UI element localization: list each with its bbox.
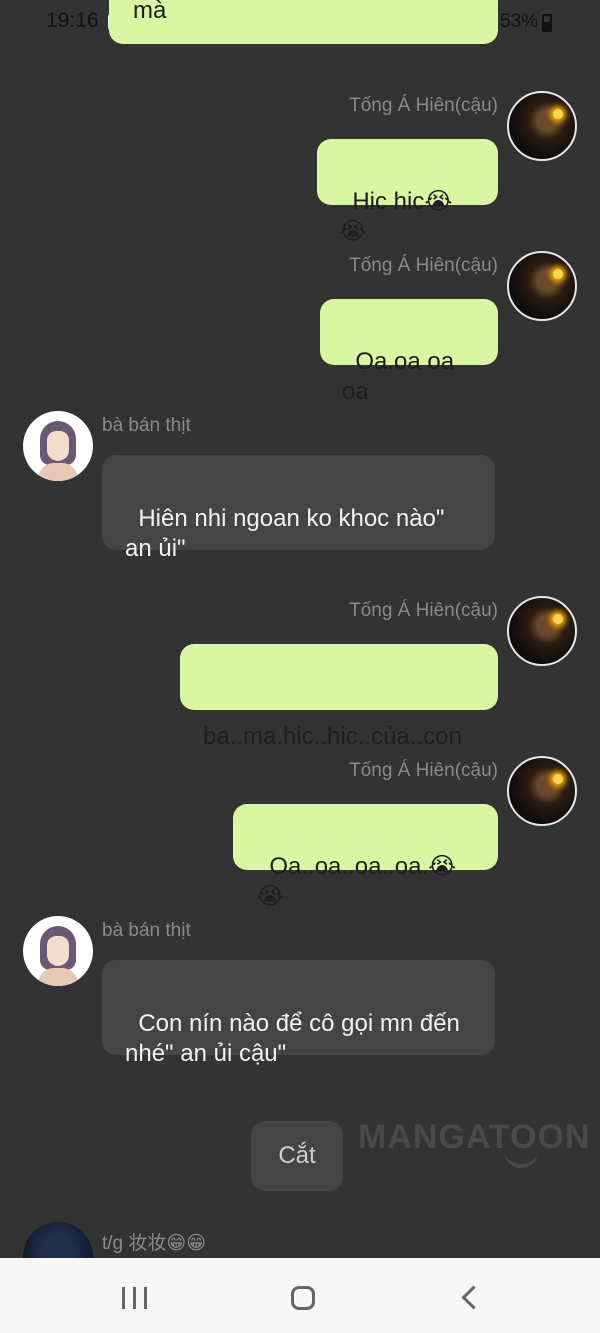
message-text: ba..ma.hic..hic..của..con — [203, 723, 462, 750]
avatar[interactable] — [507, 251, 577, 321]
battery-icon — [542, 14, 552, 32]
sender-name: Tống Á Hiên(cậu) — [349, 95, 498, 116]
avatar[interactable] — [507, 596, 577, 666]
sender-name: t/g 妆妆😁😁 — [102, 1233, 207, 1254]
sender-name: Tống Á Hiên(cậu) — [349, 760, 498, 781]
avatar[interactable] — [23, 411, 93, 481]
message-text: Hic hic😭😭 — [339, 188, 453, 245]
message-bubble[interactable]: Hiên nhi ngoan ko khoc nào" an ủi" — [102, 455, 495, 562]
message-text: mà — [133, 0, 167, 24]
message-text: Con nín nào để cô gọi mn đến nhé" an ủi … — [125, 1010, 460, 1067]
home-icon[interactable] — [291, 1286, 315, 1310]
sender-name: bà bán thịt — [102, 415, 191, 436]
sender-name: bà bán thịt — [102, 920, 191, 941]
status-time: 19:16 — [46, 9, 99, 32]
sender-name: Tống Á Hiên(cậu) — [349, 600, 498, 621]
watermark-logo: MANGATOON — [358, 1118, 591, 1156]
message-text: Hiên nhi ngoan ko khoc nào" an ủi" — [125, 505, 445, 562]
avatar[interactable] — [507, 91, 577, 161]
cut-button[interactable]: Cắt — [251, 1121, 343, 1191]
message-bubble[interactable]: Con nín nào để cô gọi mn đến nhé" an ủi … — [102, 960, 495, 1067]
message-bubble[interactable]: Oa.oa oa oa — [320, 299, 498, 405]
recent-apps-icon[interactable] — [122, 1287, 148, 1309]
sender-name: Tống Á Hiên(cậu) — [349, 255, 498, 276]
watermark-smile-icon — [504, 1150, 538, 1168]
battery-percent: 53% — [500, 11, 539, 32]
message-bubble[interactable]: mà — [109, 0, 498, 44]
message-bubble[interactable]: ba..ma.hic..hic..của..con — [180, 644, 498, 750]
message-bubble[interactable]: Oa..oa..oa..oa.😭😭 — [233, 804, 498, 910]
message-text: Oa.oa oa oa — [342, 348, 461, 405]
message-text: Oa..oa..oa..oa.😭😭 — [256, 853, 457, 910]
avatar[interactable] — [23, 916, 93, 986]
message-bubble[interactable]: Hic hic😭😭 — [317, 139, 498, 245]
avatar[interactable] — [507, 756, 577, 826]
